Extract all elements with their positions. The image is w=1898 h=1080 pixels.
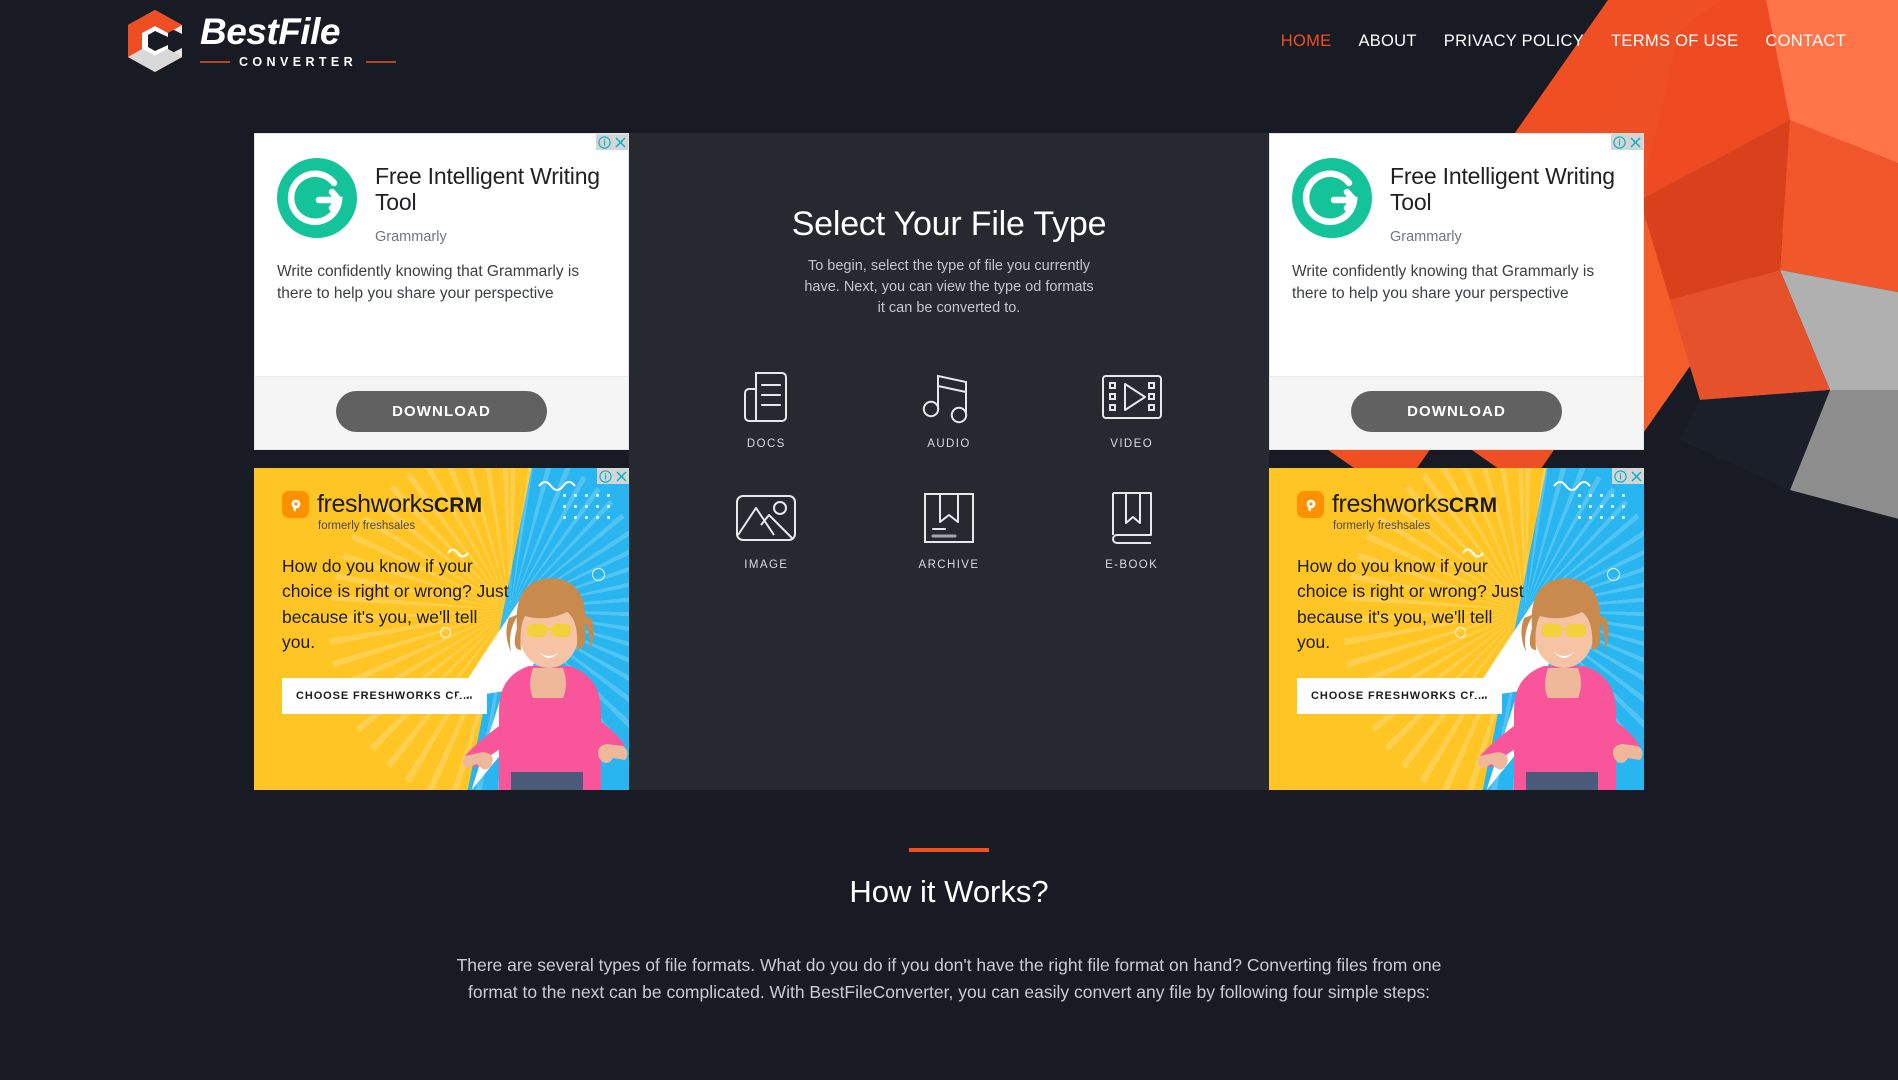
grammarly-g-icon	[277, 158, 357, 238]
ad-cta-button[interactable]: CHOOSE FRESHWORKS CRM	[1297, 677, 1503, 714]
ad-info-icon[interactable]	[596, 134, 612, 150]
ad-close-icon[interactable]	[613, 468, 629, 484]
ad-close-icon[interactable]	[612, 134, 628, 150]
file-type-docs[interactable]: DOCS	[675, 369, 858, 450]
ad-title: Free Intelligent Writing Tool	[375, 163, 600, 215]
ad-info-icon[interactable]	[597, 468, 613, 484]
logo-title: BestFile	[200, 11, 340, 52]
file-type-ebook[interactable]: E-BOOK	[1040, 490, 1223, 571]
nav-item-contact[interactable]: CONTACT	[1765, 32, 1846, 51]
nav-item-terms-of-use[interactable]: TERMS OF USE	[1611, 32, 1738, 51]
hexagon-c-logo-icon	[128, 10, 182, 72]
ad-close-icon[interactable]	[1628, 468, 1644, 484]
page-title: Select Your File Type	[791, 205, 1107, 243]
document-icon	[740, 369, 792, 425]
how-it-works-section: How it Works? There are several types of…	[0, 848, 1898, 1005]
section-heading: How it Works?	[849, 874, 1049, 909]
ad-tagline: formerly freshsales	[1333, 520, 1431, 532]
file-type-archive[interactable]: ARCHIVE	[858, 490, 1041, 571]
logo-dash-left	[200, 61, 230, 63]
ad-info-icon[interactable]	[1611, 134, 1627, 150]
ad-brand-suffix: CRM	[1448, 494, 1498, 517]
ad-brand: Grammarly	[375, 228, 447, 245]
ad-model-photo	[1477, 578, 1643, 790]
picture-icon	[735, 490, 797, 546]
file-type-label: VIDEO	[1110, 438, 1154, 451]
ad-cta-button[interactable]: CHOOSE FRESHWORKS CRM	[282, 677, 488, 714]
page-subtitle: To begin, select the type of file you cu…	[804, 258, 1094, 317]
nav-item-about[interactable]: ABOUT	[1358, 32, 1416, 51]
ad-download-button[interactable]: DOWNLOAD	[336, 391, 547, 432]
ad-choices-controls	[1612, 468, 1644, 484]
ad-choices-controls	[597, 468, 629, 484]
main-navigation: HOME ABOUT PRIVACY POLICY TERMS OF USE C…	[1281, 32, 1846, 51]
hero-section: Free Intelligent Writing Tool Grammarly …	[0, 133, 1898, 790]
ad-title: Free Intelligent Writing Tool	[1390, 163, 1615, 215]
ad-download-button[interactable]: DOWNLOAD	[1351, 391, 1562, 432]
ad-body-text: Write confidently knowing that Grammarly…	[1292, 262, 1595, 302]
film-play-icon	[1101, 369, 1163, 425]
grammarly-g-icon	[1292, 158, 1372, 238]
ad-choices-controls	[1611, 134, 1643, 150]
ad-info-icon[interactable]	[1612, 468, 1628, 484]
ad-choices-controls	[596, 134, 628, 150]
grammarly-ad-right[interactable]: Free Intelligent Writing Tool Grammarly …	[1269, 133, 1644, 450]
file-type-grid: DOCS AUDIO VIDEO IMAGE ARCHIVE E-BOOK	[675, 369, 1223, 571]
freshworks-badge-icon	[1297, 491, 1324, 518]
ad-model-photo	[462, 578, 628, 790]
file-type-audio[interactable]: AUDIO	[858, 369, 1041, 450]
freshworks-badge-icon	[282, 491, 309, 518]
logo-subtitle: CONVERTER	[239, 55, 358, 69]
ad-close-icon[interactable]	[1627, 134, 1643, 150]
file-type-label: AUDIO	[927, 438, 971, 451]
file-type-label: IMAGE	[744, 559, 789, 572]
ad-dot-grid	[1574, 490, 1632, 524]
file-type-panel: Select Your File Type To begin, select t…	[629, 133, 1269, 790]
section-divider	[909, 848, 989, 852]
nav-item-privacy-policy[interactable]: PRIVACY POLICY	[1444, 32, 1584, 51]
section-body: There are several types of file formats.…	[456, 955, 1442, 1002]
ad-brand-suffix: CRM	[433, 494, 483, 517]
logo-dash-right	[366, 61, 397, 63]
freshworks-ad-left[interactable]: freshworksCRM formerly freshsales How do…	[254, 468, 629, 790]
file-type-image[interactable]: IMAGE	[675, 490, 858, 571]
ad-brand-name: freshworks	[1332, 490, 1449, 518]
ad-brand: Grammarly	[1390, 228, 1462, 245]
file-type-label: E-BOOK	[1105, 559, 1159, 572]
music-note-icon	[922, 369, 976, 425]
ad-dot-grid	[559, 490, 617, 524]
ad-body-text: Write confidently knowing that Grammarly…	[277, 262, 580, 302]
nav-item-home[interactable]: HOME	[1281, 32, 1332, 51]
file-type-video[interactable]: VIDEO	[1040, 369, 1223, 450]
logo[interactable]: BestFile CONVERTER	[128, 10, 397, 72]
freshworks-ad-right[interactable]: freshworksCRM formerly freshsales How do…	[1269, 468, 1644, 790]
book-icon	[1106, 490, 1158, 546]
right-ad-column: Free Intelligent Writing Tool Grammarly …	[1269, 133, 1644, 790]
archive-box-icon	[923, 490, 975, 546]
file-type-label: ARCHIVE	[918, 559, 980, 572]
file-type-label: DOCS	[746, 438, 786, 451]
ad-tagline: formerly freshsales	[318, 520, 416, 532]
left-ad-column: Free Intelligent Writing Tool Grammarly …	[254, 133, 629, 790]
ad-brand-name: freshworks	[317, 490, 434, 518]
site-header: BestFile CONVERTER HOME ABOUT PRIVACY PO…	[0, 0, 1898, 82]
grammarly-ad-left[interactable]: Free Intelligent Writing Tool Grammarly …	[254, 133, 629, 450]
